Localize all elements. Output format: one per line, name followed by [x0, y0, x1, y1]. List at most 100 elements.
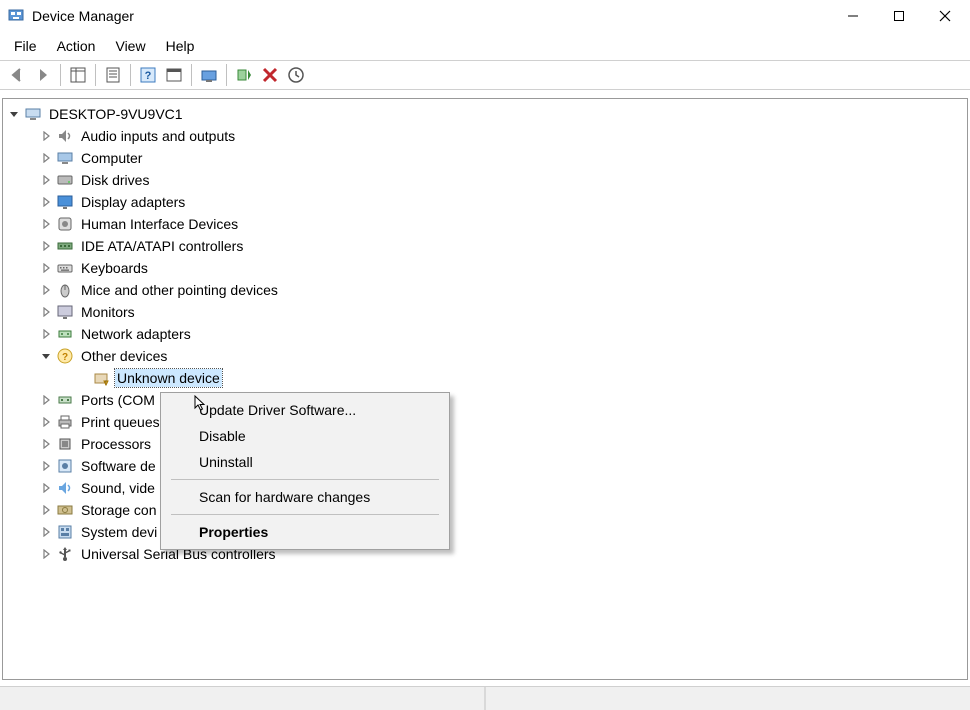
tree-node-cat-7[interactable]: Mice and other pointing devices [3, 279, 967, 301]
tree-label: Software de [79, 457, 158, 475]
tree-label: Other devices [79, 347, 169, 365]
tree-node-cat-9[interactable]: Network adapters [3, 323, 967, 345]
chevron-right-icon[interactable] [39, 525, 53, 539]
context-menu-scan[interactable]: Scan for hardware changes [163, 484, 447, 510]
tree-label: System devi [79, 523, 159, 541]
tree-node-cat-8[interactable]: Monitors [3, 301, 967, 323]
chevron-right-icon[interactable] [39, 415, 53, 429]
hid-icon [55, 214, 75, 234]
nav-forward-button[interactable] [31, 63, 55, 87]
tree-label: Processors [79, 435, 153, 453]
tree-node-cat-18[interactable]: Universal Serial Bus controllers [3, 543, 967, 565]
tree-node-cat-2[interactable]: Disk drives [3, 169, 967, 191]
context-menu-properties[interactable]: Properties [163, 519, 447, 545]
tree-node-cat-15[interactable]: Sound, vide [3, 477, 967, 499]
chevron-right-icon[interactable] [39, 305, 53, 319]
svg-text:!: ! [105, 381, 106, 387]
tree-label: Display adapters [79, 193, 187, 211]
window-title: Device Manager [32, 8, 134, 24]
audio-icon [55, 126, 75, 146]
chevron-right-icon[interactable] [39, 261, 53, 275]
tree-label: Ports (COM [79, 391, 157, 409]
chevron-right-icon[interactable] [39, 129, 53, 143]
chevron-right-icon[interactable] [39, 481, 53, 495]
chevron-right-icon[interactable] [39, 173, 53, 187]
update-driver-button[interactable] [197, 63, 221, 87]
tree-node-cat-11[interactable]: Ports (COM [3, 389, 967, 411]
show-hide-tree-button[interactable] [66, 63, 90, 87]
cpu-icon [55, 434, 75, 454]
chevron-right-icon[interactable] [39, 239, 53, 253]
context-menu-disable[interactable]: Disable [163, 423, 447, 449]
context-menu-update[interactable]: Update Driver Software... [163, 397, 447, 423]
status-pane-right [486, 687, 970, 710]
unknown-icon: ! [91, 368, 111, 388]
titlebar: Device Manager [0, 0, 970, 32]
action-button[interactable] [162, 63, 186, 87]
menu-view[interactable]: View [105, 34, 155, 58]
mouse-icon [55, 280, 75, 300]
chevron-right-icon[interactable] [39, 437, 53, 451]
chevron-right-icon[interactable] [39, 217, 53, 231]
tree-node-cat-10-child-0[interactable]: ! Unknown device [3, 367, 967, 389]
context-menu-uninstall[interactable]: Uninstall [163, 449, 447, 475]
tree-node-cat-14[interactable]: Software de [3, 455, 967, 477]
svg-text:?: ? [62, 352, 68, 363]
tree-node-cat-5[interactable]: IDE ATA/ATAPI controllers [3, 235, 967, 257]
chevron-right-icon[interactable] [39, 547, 53, 561]
display-icon [55, 192, 75, 212]
enable-device-button[interactable] [232, 63, 256, 87]
tree-node-cat-6[interactable]: Keyboards [3, 257, 967, 279]
minimize-button[interactable] [830, 1, 876, 31]
properties-button[interactable] [101, 63, 125, 87]
context-menu: Update Driver Software...DisableUninstal… [160, 392, 450, 550]
port-icon [55, 390, 75, 410]
tree-node-cat-13[interactable]: Processors [3, 433, 967, 455]
system-icon [55, 522, 75, 542]
context-menu-separator [171, 479, 439, 480]
tree-label: DESKTOP-9VU9VC1 [47, 105, 185, 123]
tree-label: Keyboards [79, 259, 150, 277]
tree-node-cat-1[interactable]: Computer [3, 147, 967, 169]
chevron-right-icon[interactable] [39, 503, 53, 517]
nav-back-button[interactable] [5, 63, 29, 87]
tree-node-cat-4[interactable]: Human Interface Devices [3, 213, 967, 235]
chevron-right-icon[interactable] [39, 151, 53, 165]
help-button[interactable]: ? [136, 63, 160, 87]
tree-label: Unknown device [115, 369, 222, 387]
chevron-right-icon[interactable] [39, 459, 53, 473]
network-icon [55, 324, 75, 344]
tree-node-cat-0[interactable]: Audio inputs and outputs [3, 125, 967, 147]
sound-icon [55, 478, 75, 498]
device-tree-panel[interactable]: DESKTOP-9VU9VC1 Audio inputs and outputsC… [2, 98, 968, 680]
tree-node-cat-3[interactable]: Display adapters [3, 191, 967, 213]
tree-node-cat-12[interactable]: Print queues [3, 411, 967, 433]
menubar: File Action View Help [0, 32, 970, 60]
tree-label: Human Interface Devices [79, 215, 240, 233]
chevron-down-icon[interactable] [39, 349, 53, 363]
tree-node-root[interactable]: DESKTOP-9VU9VC1 [3, 103, 967, 125]
toolbar-separator [95, 64, 96, 86]
menu-help[interactable]: Help [156, 34, 205, 58]
maximize-button[interactable] [876, 1, 922, 31]
menu-file[interactable]: File [4, 34, 47, 58]
tree-label: Mice and other pointing devices [79, 281, 280, 299]
tree-label: Network adapters [79, 325, 193, 343]
chevron-right-icon[interactable] [39, 283, 53, 297]
tree-node-cat-16[interactable]: Storage con [3, 499, 967, 521]
menu-action[interactable]: Action [47, 34, 106, 58]
toolbar-separator [60, 64, 61, 86]
disk-icon [55, 170, 75, 190]
chevron-right-icon[interactable] [39, 195, 53, 209]
uninstall-button[interactable] [258, 63, 282, 87]
tree-node-cat-10[interactable]: ? Other devices [3, 345, 967, 367]
tree-label: Print queues [79, 413, 162, 431]
chevron-down-icon[interactable] [7, 107, 21, 121]
scan-hardware-button[interactable] [284, 63, 308, 87]
toolbar-separator [130, 64, 131, 86]
chevron-right-icon[interactable] [39, 393, 53, 407]
computerroot-icon [23, 104, 43, 124]
close-button[interactable] [922, 1, 968, 31]
chevron-right-icon[interactable] [39, 327, 53, 341]
tree-node-cat-17[interactable]: System devi [3, 521, 967, 543]
